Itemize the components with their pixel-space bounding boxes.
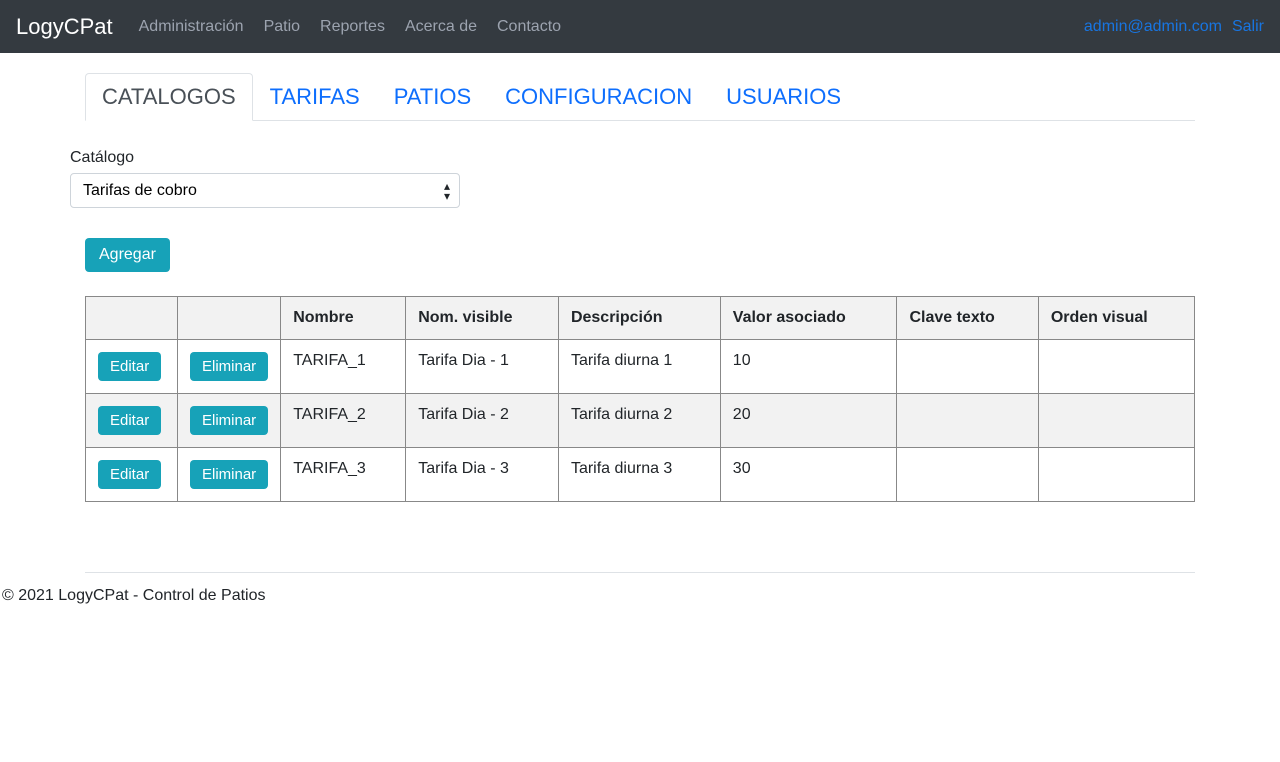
cell-clave [897,394,1038,448]
cell-visible: Tarifa Dia - 2 [406,394,559,448]
tab-tarifas[interactable]: TARIFAS [253,73,377,121]
cell-valor: 30 [720,448,897,502]
cell-nombre: TARIFA_3 [281,448,406,502]
cell-visible: Tarifa Dia - 3 [406,448,559,502]
tab-patios[interactable]: PATIOS [377,73,488,121]
table-header-row: Nombre Nom. visible Descripción Valor as… [86,297,1195,340]
nav-administracion[interactable]: Administración [129,10,254,44]
cell-descripcion: Tarifa diurna 2 [558,394,720,448]
cell-valor: 10 [720,340,897,394]
cell-orden [1038,340,1194,394]
col-nombre: Nombre [281,297,406,340]
col-descripcion: Descripción [558,297,720,340]
cell-visible: Tarifa Dia - 1 [406,340,559,394]
top-navbar: LogyCPat Administración Patio Reportes A… [0,0,1280,53]
add-button[interactable]: Agregar [85,238,170,272]
nav-tabs: CATALOGOS TARIFAS PATIOS CONFIGURACION U… [85,73,1195,121]
catalog-table: Nombre Nom. visible Descripción Valor as… [85,296,1195,502]
catalog-select-wrap: Tarifas de cobro ▴▾ [70,173,460,208]
cell-clave [897,340,1038,394]
catalog-select[interactable]: Tarifas de cobro [70,173,460,208]
delete-button[interactable]: Eliminar [190,460,268,489]
catalog-label: Catálogo [70,149,1195,167]
footer: © 2021 LogyCPat - Control de Patios [0,573,1280,619]
tab-usuarios[interactable]: USUARIOS [709,73,858,121]
tab-catalogos[interactable]: CATALOGOS [85,73,253,121]
cell-orden [1038,394,1194,448]
main-container: CATALOGOS TARIFAS PATIOS CONFIGURACION U… [70,73,1210,573]
brand-link[interactable]: LogyCPat [16,14,113,40]
table-row: Editar Eliminar TARIFA_2 Tarifa Dia - 2 … [86,394,1195,448]
tab-configuracion[interactable]: CONFIGURACION [488,73,709,121]
cell-clave [897,448,1038,502]
edit-button[interactable]: Editar [98,460,161,489]
catalog-form-group: Catálogo Tarifas de cobro ▴▾ [70,149,1195,208]
delete-button[interactable]: Eliminar [190,406,268,435]
col-edit [86,297,178,340]
col-valor-asociado: Valor asociado [720,297,897,340]
cell-valor: 20 [720,394,897,448]
table-row: Editar Eliminar TARIFA_3 Tarifa Dia - 3 … [86,448,1195,502]
delete-button[interactable]: Eliminar [190,352,268,381]
table-body: Editar Eliminar TARIFA_1 Tarifa Dia - 1 … [86,340,1195,502]
add-row: Agregar [85,238,1195,272]
nav-reportes[interactable]: Reportes [310,10,395,44]
nav-patio[interactable]: Patio [254,10,310,44]
logout-link[interactable]: Salir [1232,18,1264,36]
cell-nombre: TARIFA_2 [281,394,406,448]
cell-descripcion: Tarifa diurna 3 [558,448,720,502]
navbar-right: admin@admin.com Salir [1074,18,1264,36]
edit-button[interactable]: Editar [98,406,161,435]
nav-acerca-de[interactable]: Acerca de [395,10,487,44]
table-row: Editar Eliminar TARIFA_1 Tarifa Dia - 1 … [86,340,1195,394]
nav-contacto[interactable]: Contacto [487,10,571,44]
edit-button[interactable]: Editar [98,352,161,381]
cell-orden [1038,448,1194,502]
navbar-left: LogyCPat Administración Patio Reportes A… [16,10,571,44]
col-orden-visual: Orden visual [1038,297,1194,340]
col-nom-visible: Nom. visible [406,297,559,340]
user-email-link[interactable]: admin@admin.com [1084,18,1222,36]
col-delete [178,297,281,340]
cell-descripcion: Tarifa diurna 1 [558,340,720,394]
table-head: Nombre Nom. visible Descripción Valor as… [86,297,1195,340]
col-clave-texto: Clave texto [897,297,1038,340]
cell-nombre: TARIFA_1 [281,340,406,394]
